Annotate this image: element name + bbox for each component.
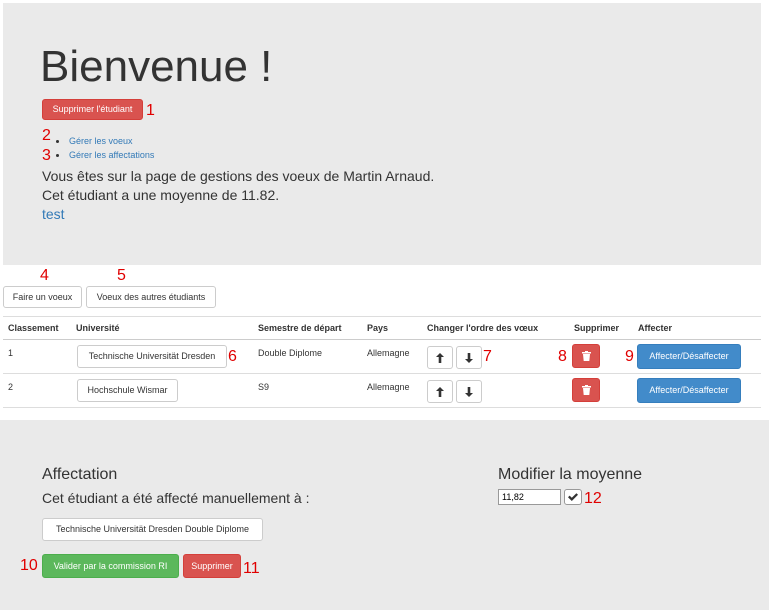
annotation-3: 3 <box>42 147 51 164</box>
trash-icon <box>581 351 591 361</box>
assign-button[interactable]: Affecter/Désaffecter <box>637 344 741 369</box>
column-header-assign: Affecter <box>638 323 673 333</box>
table-header-border <box>3 339 761 340</box>
move-down-button[interactable] <box>456 346 482 369</box>
annotation-8: 8 <box>558 348 567 365</box>
annotation-12: 12 <box>584 490 602 507</box>
column-header-semester: Semestre de départ <box>258 323 342 333</box>
arrow-down-icon <box>465 352 473 363</box>
annotation-11: 11 <box>243 560 260 577</box>
semester-cell: S9 <box>258 382 270 392</box>
delete-wish-button[interactable] <box>572 378 600 402</box>
column-header-delete: Supprimer <box>574 323 620 333</box>
delete-student-button[interactable]: Supprimer l'étudiant <box>42 99 143 120</box>
validate-commission-button[interactable]: Valider par la commission RI <box>42 554 179 578</box>
info-text-average: Cet étudiant a une moyenne de 11.82. <box>42 187 280 203</box>
assignment-panel <box>0 420 769 610</box>
move-up-button[interactable] <box>427 380 453 403</box>
list-bullet <box>56 140 59 143</box>
check-icon <box>568 493 578 501</box>
rank-cell: 1 <box>8 348 14 358</box>
university-button[interactable]: Technische Universität Dresden <box>77 345 227 368</box>
table-top-border <box>3 316 761 317</box>
university-button[interactable]: Hochschule Wismar <box>77 379 178 402</box>
save-average-button[interactable] <box>564 489 582 505</box>
row-divider <box>3 373 761 374</box>
arrow-up-icon <box>436 386 444 397</box>
annotation-4: 4 <box>40 267 49 284</box>
row-divider <box>3 407 761 408</box>
annotation-10: 10 <box>20 557 38 574</box>
annotation-5: 5 <box>117 267 126 284</box>
test-link[interactable]: test <box>42 206 65 222</box>
annotation-1: 1 <box>146 102 155 119</box>
column-header-rank: Classement <box>8 323 59 333</box>
annotation-2: 2 <box>42 127 51 144</box>
trash-icon <box>581 385 591 395</box>
rank-cell: 2 <box>8 382 14 392</box>
manage-assignments-link[interactable]: Gérer les affectations <box>69 150 154 160</box>
column-header-country: Pays <box>367 323 389 333</box>
country-cell: Allemagne <box>367 348 410 358</box>
annotation-7: 7 <box>483 348 492 365</box>
delete-assignment-button[interactable]: Supprimer <box>183 554 241 578</box>
assignment-title: Affectation <box>42 466 118 483</box>
move-down-button[interactable] <box>456 380 482 403</box>
delete-wish-button[interactable] <box>572 344 600 368</box>
info-text-student: Vous êtes sur la page de gestions des vo… <box>42 168 435 184</box>
average-title: Modifier la moyenne <box>498 466 643 483</box>
arrow-up-icon <box>436 352 444 363</box>
average-input[interactable] <box>498 489 561 505</box>
list-bullet <box>56 154 59 157</box>
annotation-6: 6 <box>228 348 237 365</box>
other-students-wishes-button[interactable]: Voeux des autres étudiants <box>86 286 216 308</box>
country-cell: Allemagne <box>367 382 410 392</box>
annotation-9: 9 <box>625 348 634 365</box>
column-header-change-order: Changer l'ordre des vœux <box>427 323 539 333</box>
make-wish-button[interactable]: Faire un voeux <box>3 286 82 308</box>
page-title: Bienvenue ! <box>40 42 273 91</box>
manage-wishes-link[interactable]: Gérer les voeux <box>69 136 133 146</box>
semester-cell: Double Diplome <box>258 348 323 358</box>
assigned-university-button[interactable]: Technische Universität Dresden Double Di… <box>42 518 263 541</box>
column-header-university: Université <box>76 323 120 333</box>
arrow-down-icon <box>465 386 473 397</box>
assign-button[interactable]: Affecter/Désaffecter <box>637 378 741 403</box>
assignment-text: Cet étudiant a été affecté manuellement … <box>42 490 310 506</box>
move-up-button[interactable] <box>427 346 453 369</box>
